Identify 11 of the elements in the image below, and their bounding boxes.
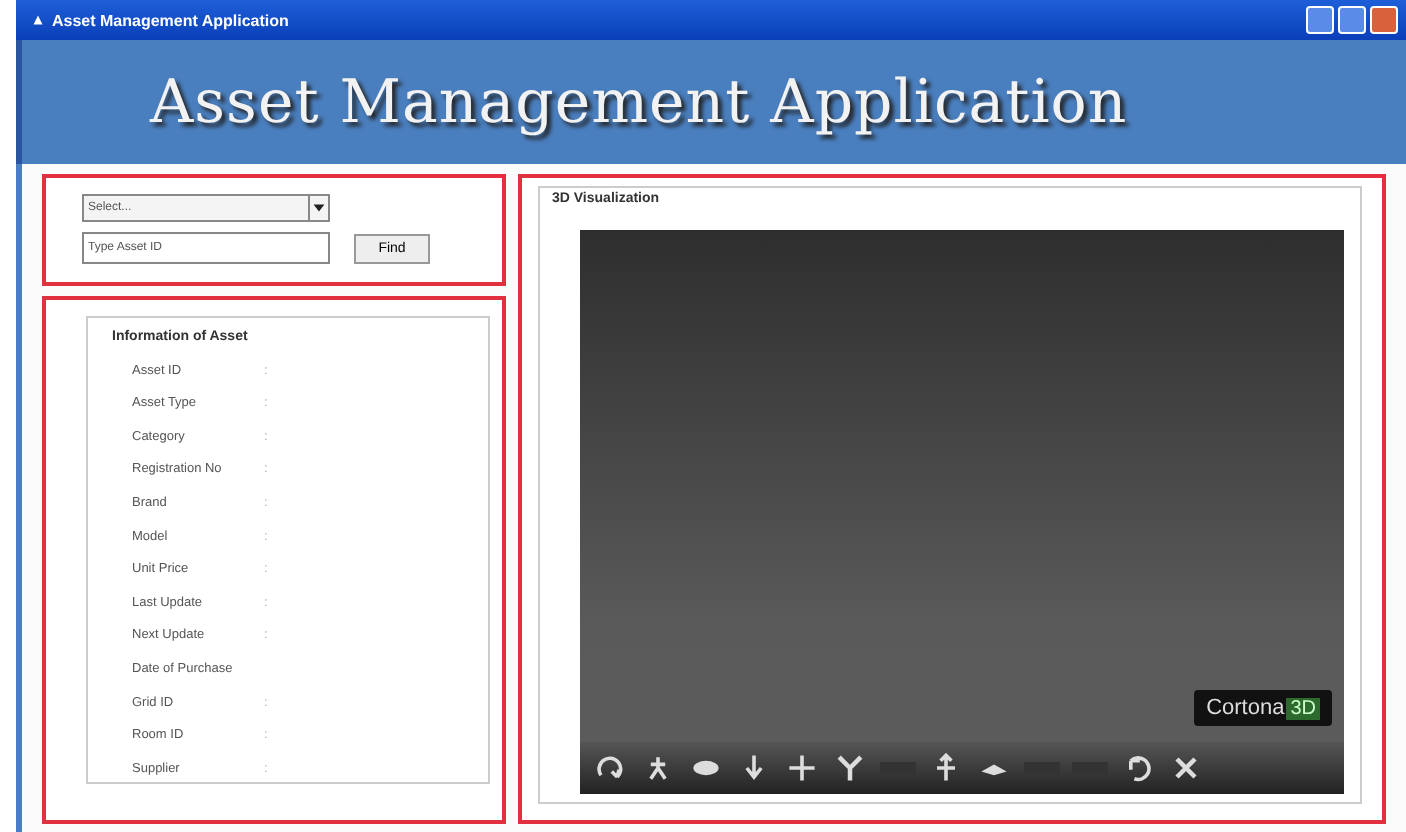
maximize-button[interactable] [1338,6,1366,34]
app-heading: Asset Management Application [150,67,1128,137]
close-button[interactable] [1370,6,1398,34]
move-icon[interactable] [784,750,820,786]
viewport[interactable]: Cortona 3D [580,230,1344,794]
logo-suffix: 3D [1286,697,1320,719]
dropdown-arrow-icon[interactable] [308,196,328,220]
logo-name: Cortona [1206,696,1285,720]
app-icon [32,14,44,26]
window-title: Asset Management Application [52,11,289,29]
minimize-button[interactable] [1306,6,1334,34]
